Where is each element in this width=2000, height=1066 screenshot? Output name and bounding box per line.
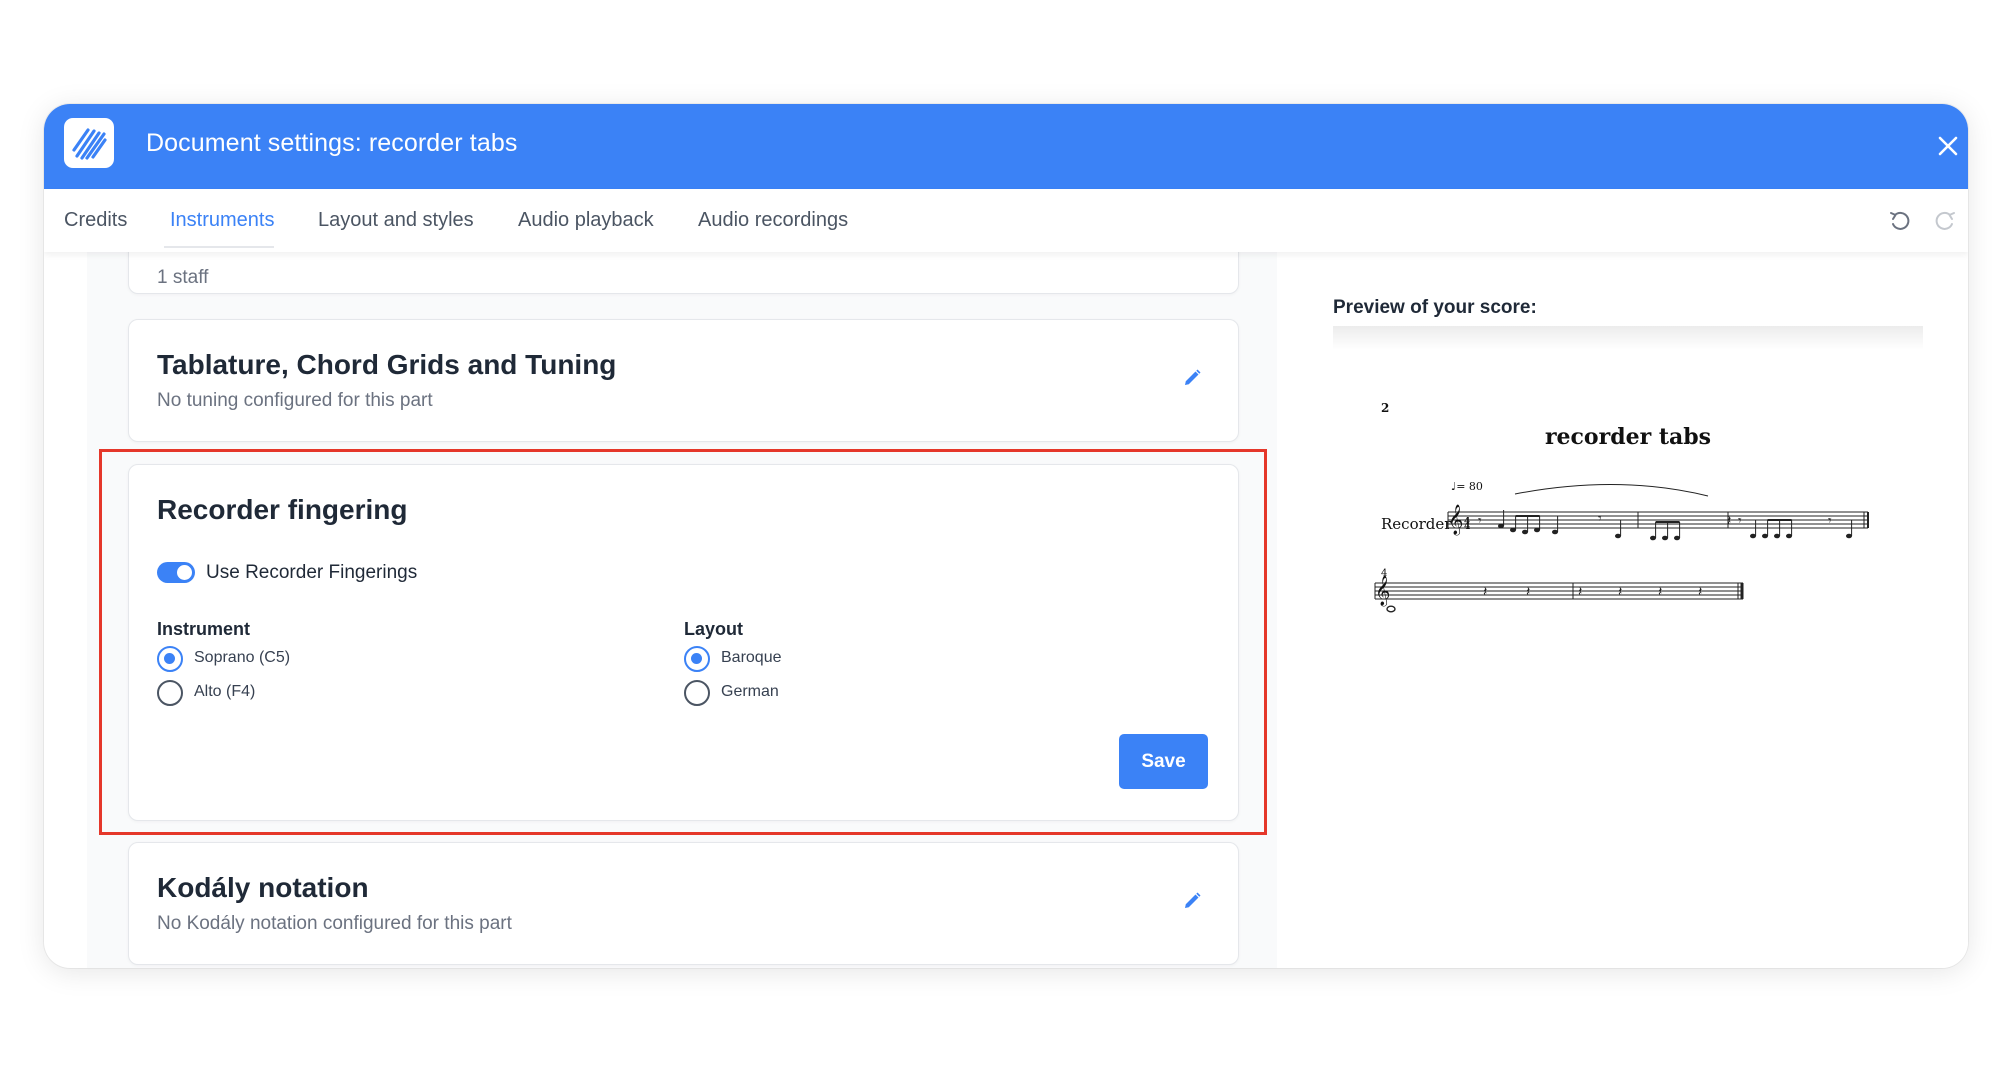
svg-text:𝄽: 𝄽 — [1658, 584, 1662, 600]
undo-icon[interactable] — [1887, 208, 1913, 234]
svg-text:𝄽: 𝄽 — [1483, 584, 1487, 600]
kodaly-card: Kodály notation No Kodály notation confi… — [128, 842, 1239, 965]
radio-label: Baroque — [721, 649, 782, 666]
close-icon[interactable] — [1934, 132, 1962, 160]
svg-text:𝄽: 𝄽 — [1578, 584, 1582, 600]
svg-text:𝄾: 𝄾 — [1598, 511, 1602, 527]
active-tab-indicator — [164, 246, 274, 248]
tablature-card-subtitle: No tuning configured for this part — [157, 390, 433, 411]
tab-audio-recordings[interactable]: Audio recordings — [698, 209, 848, 232]
redo-icon[interactable] — [1932, 208, 1958, 234]
radio-button[interactable] — [157, 680, 183, 706]
staff-count: 1 staff — [157, 267, 209, 288]
toggle-knob — [177, 565, 192, 580]
svg-text:𝄾: 𝄾 — [1828, 513, 1832, 529]
pencil-icon[interactable] — [1182, 368, 1202, 388]
layout-group-label: Layout — [684, 619, 744, 639]
radio-label: Soprano (C5) — [194, 649, 291, 666]
svg-text:𝄽: 𝄽 — [1618, 584, 1622, 600]
radio-button-checked[interactable] — [684, 646, 710, 672]
tablature-card: Tablature, Chord Grids and Tuning No tun… — [128, 319, 1239, 442]
score-preview: 2 recorder tabs ♩= 80 Recorder 4 𝄞 4 4 𝄞… — [1333, 326, 1923, 968]
instrument-group-label: Instrument — [157, 619, 251, 639]
radio-button-checked[interactable] — [157, 646, 183, 672]
svg-text:𝄞: 𝄞 — [1375, 575, 1390, 607]
svg-text:𝄾: 𝄾 — [1478, 513, 1482, 529]
toggle-label: Use Recorder Fingerings — [206, 562, 418, 583]
svg-text:𝄾: 𝄾 — [1738, 513, 1742, 529]
tablature-card-title: Tablature, Chord Grids and Tuning — [157, 349, 617, 380]
svg-text:𝄽: 𝄽 — [1727, 513, 1731, 529]
use-recorder-fingerings-toggle[interactable] — [157, 562, 195, 583]
svg-text:𝄞: 𝄞 — [1448, 504, 1463, 536]
save-button[interactable]: Save — [1119, 734, 1208, 789]
tab-credits[interactable]: Credits — [64, 209, 127, 232]
score-notation: 𝄞 4 4 𝄞 𝄾 𝄾 𝄽 𝄾 𝄾 𝄽 𝄽 𝄽 𝄽 𝄽 𝄽 — [1374, 483, 1869, 613]
tab-instruments[interactable]: Instruments — [170, 209, 274, 232]
preview-label: Preview of your score: — [1333, 297, 1537, 318]
recorder-card-title: Recorder fingering — [157, 494, 408, 525]
radio-label: Alto (F4) — [194, 683, 256, 700]
svg-text:𝄽: 𝄽 — [1526, 584, 1530, 600]
pencil-icon[interactable] — [1182, 891, 1202, 911]
dialog-header: Document settings: recorder tabs — [44, 104, 1968, 189]
tab-layout-and-styles[interactable]: Layout and styles — [318, 209, 474, 232]
app-logo-icon — [64, 118, 114, 168]
svg-text:𝄽: 𝄽 — [1698, 584, 1702, 600]
kodaly-card-title: Kodály notation — [157, 872, 369, 903]
radio-label: German — [721, 683, 779, 700]
dialog-title: Document settings: recorder tabs — [146, 129, 518, 157]
svg-text:4: 4 — [1464, 522, 1470, 532]
staff-card: 1 staff — [128, 252, 1239, 294]
tab-bar: Credits Instruments Layout and styles Au… — [44, 189, 1968, 252]
tab-audio-playback[interactable]: Audio playback — [518, 209, 654, 232]
radio-button[interactable] — [684, 680, 710, 706]
recorder-fingering-card: Recorder fingering Use Recorder Fingerin… — [128, 464, 1239, 821]
kodaly-card-subtitle: No Kodály notation configured for this p… — [157, 913, 512, 934]
instrument-settings-panel[interactable]: 1 staff Tablature, Chord Grids and Tunin… — [87, 252, 1277, 968]
